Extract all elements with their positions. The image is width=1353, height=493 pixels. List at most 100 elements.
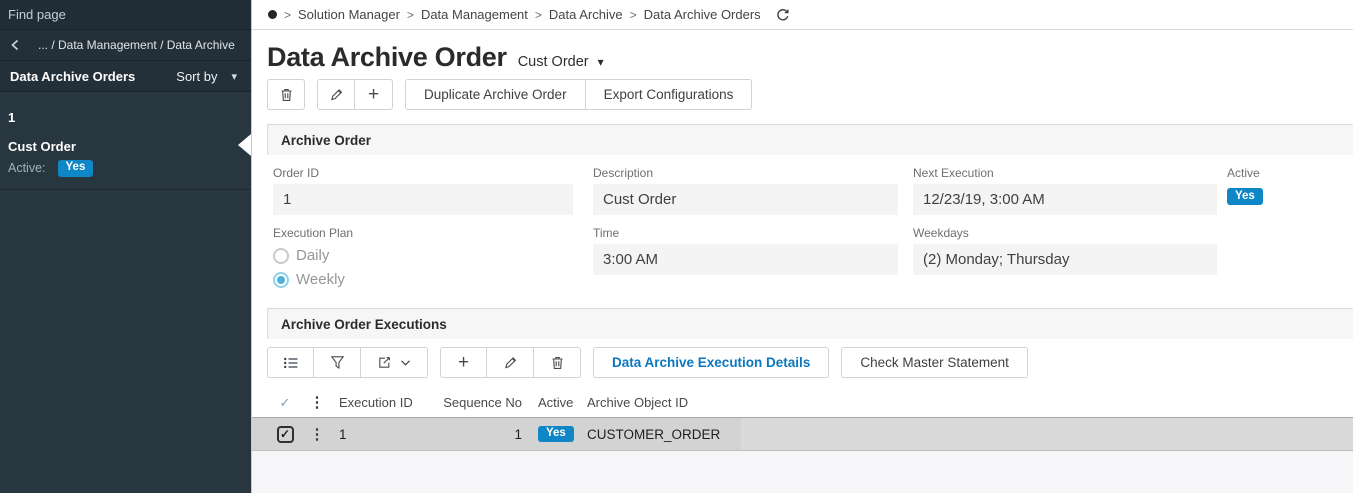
radio-weekly-icon <box>273 271 289 288</box>
row-checkbox[interactable]: ✓ <box>276 425 294 443</box>
page-title: Data Archive Order <box>267 42 507 72</box>
pencil-icon <box>503 355 518 370</box>
content-footer-area <box>252 451 1353 493</box>
breadcrumb-solution-manager[interactable]: Solution Manager <box>298 7 400 22</box>
radio-daily-icon <box>273 247 289 264</box>
duplicate-archive-order-button[interactable]: Duplicate Archive Order <box>405 79 586 110</box>
add-execution-button[interactable]: + <box>440 347 487 378</box>
delete-order-button[interactable] <box>267 79 305 110</box>
check-master-statement-button[interactable]: Check Master Statement <box>841 347 1028 378</box>
active-badge: Yes <box>57 160 94 177</box>
next-execution-field[interactable]: 12/23/19, 3:00 AM <box>913 184 1217 215</box>
archive-order-fields: Order ID 1 Description Cust Order Next E… <box>252 155 1353 288</box>
table-row[interactable]: ✓ ⋮ 1 1 Yes CUSTOMER_ORDER <box>252 417 1353 451</box>
find-page-input[interactable]: Find page <box>0 0 251 30</box>
next-execution-label: Next Execution <box>913 166 994 180</box>
main-content: > Solution Manager > Data Management > D… <box>252 0 1353 493</box>
description-label: Description <box>593 166 654 180</box>
order-actions-group: Duplicate Archive Order Export Configura… <box>405 79 753 110</box>
executions-table: ✓ ⋮ Execution ID Sequence No Active Arch… <box>252 388 1353 451</box>
sidebar-breadcrumb-bar: ... / Data Management / Data Archive <box>0 30 251 61</box>
app-window: Find page ... / Data Management / Data A… <box>0 0 1353 493</box>
sort-by-label: Sort by <box>176 68 218 84</box>
breadcrumb-separator: > <box>629 7 637 22</box>
chevron-down-icon <box>400 359 411 367</box>
row-actions-group: + <box>440 347 581 378</box>
breadcrumb-data-archive[interactable]: Data Archive <box>549 7 623 22</box>
home-dot-icon[interactable] <box>268 10 277 19</box>
weekdays-label: Weekdays <box>913 226 969 240</box>
checkbox-check-icon: ✓ <box>279 427 291 441</box>
export-configurations-button[interactable]: Export Configurations <box>585 79 753 110</box>
export-dropdown-button[interactable] <box>361 347 428 378</box>
time-label: Time <box>593 226 620 240</box>
breadcrumb-separator: > <box>284 7 292 22</box>
row-active-badge: Yes <box>538 425 574 443</box>
main-toolbar: + Duplicate Archive Order Export Configu… <box>267 79 1353 110</box>
sidebar: Find page ... / Data Management / Data A… <box>0 0 252 493</box>
list-item-cust-order[interactable]: 1 Cust Order Active: Yes <box>0 102 251 190</box>
time-field[interactable]: 3:00 AM <box>593 244 898 275</box>
pencil-icon <box>329 87 344 102</box>
order-id-field[interactable]: 1 <box>273 184 573 215</box>
find-page-placeholder: Find page <box>8 7 66 22</box>
list-item-id: 1 <box>8 110 16 125</box>
radio-weekly[interactable]: Weekly <box>273 271 573 288</box>
breadcrumb-separator: > <box>406 7 414 22</box>
row-kebab-icon[interactable]: ⋮ <box>310 427 325 442</box>
back-chevron-icon[interactable] <box>10 39 30 51</box>
col-header-archive-object-id[interactable]: Archive Object ID <box>581 395 741 410</box>
radio-daily-label: Daily <box>296 247 330 264</box>
add-order-button[interactable]: + <box>355 79 393 110</box>
trash-icon <box>550 355 565 371</box>
trash-icon <box>279 87 294 103</box>
data-archive-execution-details-button[interactable]: Data Archive Execution Details <box>593 347 830 378</box>
record-selector-value: Cust Order <box>517 53 589 70</box>
record-selector-dropdown[interactable]: Cust Order ▾ <box>518 54 604 70</box>
grid-tools-group <box>267 347 428 378</box>
refresh-icon[interactable] <box>775 7 791 23</box>
column-list-button[interactable] <box>267 347 314 378</box>
breadcrumb-data-management[interactable]: Data Management <box>421 7 528 22</box>
active-value-badge: Yes <box>1227 188 1263 205</box>
table-header-row: ✓ ⋮ Execution ID Sequence No Active Arch… <box>252 388 1353 417</box>
list-item-active-label: Active: <box>8 161 46 176</box>
select-all-check-icon[interactable]: ✓ <box>280 395 291 411</box>
delete-execution-button[interactable] <box>534 347 581 378</box>
cell-execution-id: 1 <box>331 418 426 450</box>
order-id-label: Order ID <box>273 166 320 180</box>
description-field[interactable]: Cust Order <box>593 184 898 215</box>
col-header-sequence-no[interactable]: Sequence No <box>426 395 526 410</box>
sort-by-control[interactable]: Sort by ▾ <box>176 69 241 84</box>
edit-execution-button[interactable] <box>487 347 534 378</box>
execution-plan-label: Execution Plan <box>273 226 354 240</box>
radio-weekly-label: Weekly <box>296 271 345 288</box>
sort-caret-icon: ▾ <box>231 70 237 83</box>
plus-icon: + <box>367 84 380 105</box>
col-header-active[interactable]: Active <box>526 395 581 410</box>
list-item-name: Cust Order <box>8 139 76 154</box>
col-header-execution-id[interactable]: Execution ID <box>331 395 426 410</box>
active-label: Active <box>1227 166 1260 180</box>
breadcrumb-separator: > <box>534 7 542 22</box>
record-list: 1 Cust Order Active: Yes <box>0 92 251 190</box>
list-columns-icon <box>283 356 299 370</box>
breadcrumb-data-archive-orders[interactable]: Data Archive Orders <box>644 7 761 22</box>
header-kebab-icon[interactable]: ⋮ <box>310 395 325 410</box>
edit-add-group: + <box>317 79 393 110</box>
sidebar-breadcrumb[interactable]: ... / Data Management / Data Archive <box>38 38 235 52</box>
cell-sequence-no: 1 <box>426 418 526 450</box>
edit-order-button[interactable] <box>317 79 355 110</box>
list-header: Data Archive Orders Sort by ▾ <box>0 61 251 92</box>
executions-section-header: Archive Order Executions <box>267 308 1353 339</box>
breadcrumb-bar: > Solution Manager > Data Management > D… <box>252 0 1353 30</box>
selected-item-pointer <box>238 134 251 156</box>
weekdays-field[interactable]: (2) Monday; Thursday <box>913 244 1217 275</box>
radio-daily[interactable]: Daily <box>273 247 573 264</box>
list-title: Data Archive Orders <box>10 68 136 84</box>
filter-button[interactable] <box>314 347 361 378</box>
export-icon <box>377 355 392 370</box>
cell-archive-object-id: CUSTOMER_ORDER <box>581 418 741 450</box>
executions-section-title: Archive Order Executions <box>281 316 447 332</box>
executions-toolbar: + Data Archive Execution Details Check M… <box>267 347 1353 378</box>
